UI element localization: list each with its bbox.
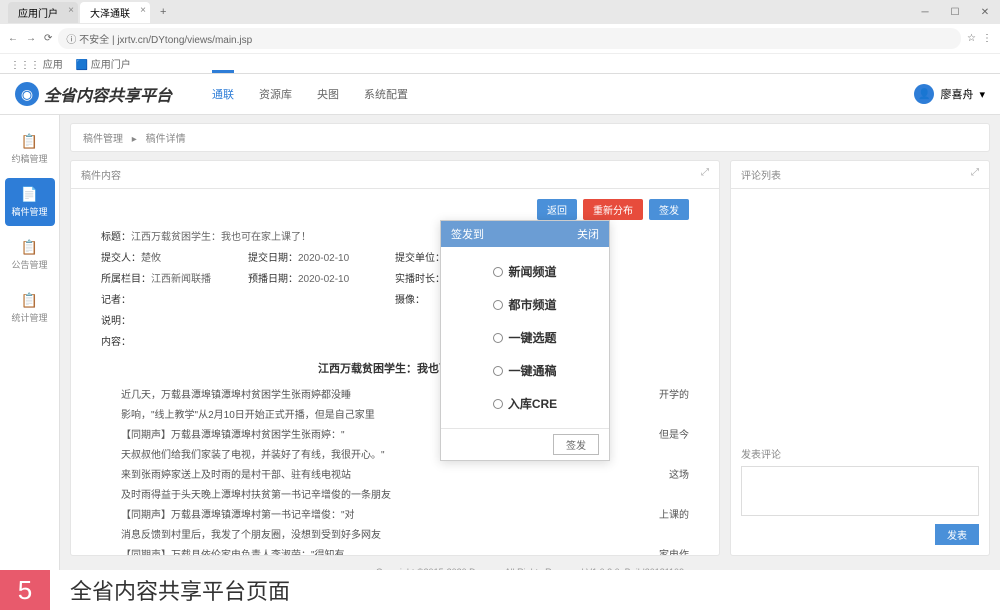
nav-settings[interactable]: 系统配置 xyxy=(364,82,408,106)
modal-option[interactable]: 入库CRE xyxy=(441,387,609,420)
panel-title: 评论列表 xyxy=(741,167,781,182)
forward-icon[interactable]: → xyxy=(26,33,36,44)
sign-modal: 签发到 关闭 新闻频道 都市频道 一键选题 一键通稿 入库CRE 签发 xyxy=(440,220,610,461)
browser-tabs: 应用门户× 大泽通联× + ─ ☐ ✕ xyxy=(0,0,1000,24)
logo-icon: ◉ xyxy=(15,82,39,106)
user-name: 廖喜舟 xyxy=(940,86,973,102)
sidebar: 📋约稿管理 📄稿件管理 📋公告管理 📋统计管理 xyxy=(0,115,60,580)
back-button[interactable]: 返回 xyxy=(537,199,577,220)
chevron-down-icon: ▾ xyxy=(979,88,985,101)
modal-option[interactable]: 都市频道 xyxy=(441,288,609,321)
caption-number: 5 xyxy=(0,570,50,610)
user-area[interactable]: 👤 廖喜舟 ▾ xyxy=(914,84,985,104)
radio-icon xyxy=(493,267,503,277)
breadcrumb-item: 稿件详情 xyxy=(146,134,186,145)
collapse-icon[interactable]: ⤢ xyxy=(971,167,979,182)
comment-label: 发表评论 xyxy=(741,446,979,461)
comments-panel: 评论列表 ⤢ 发表评论 发表 xyxy=(730,160,990,556)
breadcrumb-item[interactable]: 稿件管理 xyxy=(83,134,123,145)
top-nav: 通联 资源库 央图 系统配置 xyxy=(212,82,408,106)
doc-icon: 📋 xyxy=(21,133,38,150)
apps-icon[interactable]: ⋮⋮⋮ 应用 xyxy=(10,60,63,71)
close-icon[interactable]: × xyxy=(68,5,74,16)
sidebar-item-manuscript[interactable]: 📄稿件管理 xyxy=(5,178,55,226)
modal-submit-button[interactable]: 签发 xyxy=(553,434,599,455)
comment-input[interactable] xyxy=(741,466,979,516)
star-icon[interactable]: ☆ xyxy=(967,33,976,44)
modal-option[interactable]: 一键通稿 xyxy=(441,354,609,387)
radio-icon xyxy=(493,366,503,376)
doc-icon: 📋 xyxy=(21,239,38,256)
resend-button[interactable]: 重新分布 xyxy=(583,199,643,220)
modal-option[interactable]: 一键选题 xyxy=(441,321,609,354)
sidebar-item-appoint[interactable]: 📋约稿管理 xyxy=(5,125,55,173)
comment-submit-button[interactable]: 发表 xyxy=(935,524,979,545)
caption-bar: 5 全省内容共享平台页面 xyxy=(0,570,1000,610)
meta-title: 江西万载贫困学生：我也可在家上课了！ xyxy=(131,232,311,243)
logo: ◉ 全省内容共享平台 xyxy=(15,82,172,106)
close-icon[interactable]: ✕ xyxy=(970,0,1000,24)
sign-button[interactable]: 签发 xyxy=(649,199,689,220)
back-icon[interactable]: ← xyxy=(8,33,18,44)
caption-text: 全省内容共享平台页面 xyxy=(70,574,290,606)
radio-icon xyxy=(493,333,503,343)
reload-icon[interactable]: ⟳ xyxy=(44,33,52,44)
logo-text: 全省内容共享平台 xyxy=(44,82,172,106)
maximize-icon[interactable]: ☐ xyxy=(940,0,970,24)
nav-resource[interactable]: 资源库 xyxy=(259,82,292,106)
app-header: ◉ 全省内容共享平台 通联 资源库 央图 系统配置 👤 廖喜舟 ▾ xyxy=(0,74,1000,115)
sidebar-item-stats[interactable]: 📋统计管理 xyxy=(5,284,55,332)
browser-tab[interactable]: 应用门户× xyxy=(8,2,78,23)
modal-option[interactable]: 新闻频道 xyxy=(441,255,609,288)
new-tab-button[interactable]: + xyxy=(152,6,174,18)
content-panel: 稿件内容 ⤢ 返回 重新分布 签发 标题：江西万载贫困学生：我也可在家上课了！ … xyxy=(70,160,720,556)
doc-icon: 📋 xyxy=(21,292,38,309)
bookmark-link[interactable]: 🟦 应用门户 xyxy=(76,60,131,71)
breadcrumb: 稿件管理 ▸ 稿件详情 xyxy=(70,123,990,152)
nav-tonglian[interactable]: 通联 xyxy=(212,82,234,106)
address-bar: ← → ⟳ ⓘ 不安全 | jxrtv.cn/DYtong/views/main… xyxy=(0,24,1000,53)
minimize-icon[interactable]: ─ xyxy=(910,0,940,24)
url-input[interactable]: ⓘ 不安全 | jxrtv.cn/DYtong/views/main.jsp xyxy=(58,28,961,49)
browser-chrome: 应用门户× 大泽通联× + ─ ☐ ✕ ← → ⟳ ⓘ 不安全 | jxrtv.… xyxy=(0,0,1000,74)
nav-map[interactable]: 央图 xyxy=(317,82,339,106)
avatar-icon: 👤 xyxy=(914,84,934,104)
modal-title: 签发到 xyxy=(451,226,484,242)
radio-icon xyxy=(493,300,503,310)
close-icon[interactable]: × xyxy=(140,5,146,16)
sidebar-item-announce[interactable]: 📋公告管理 xyxy=(5,231,55,279)
collapse-icon[interactable]: ⤢ xyxy=(701,167,709,182)
modal-close[interactable]: 关闭 xyxy=(577,226,599,242)
menu-icon[interactable]: ⋮ xyxy=(982,33,992,44)
doc-icon: 📄 xyxy=(21,186,38,203)
radio-icon xyxy=(493,399,503,409)
panel-title: 稿件内容 xyxy=(81,167,121,182)
browser-tab[interactable]: 大泽通联× xyxy=(80,2,150,23)
